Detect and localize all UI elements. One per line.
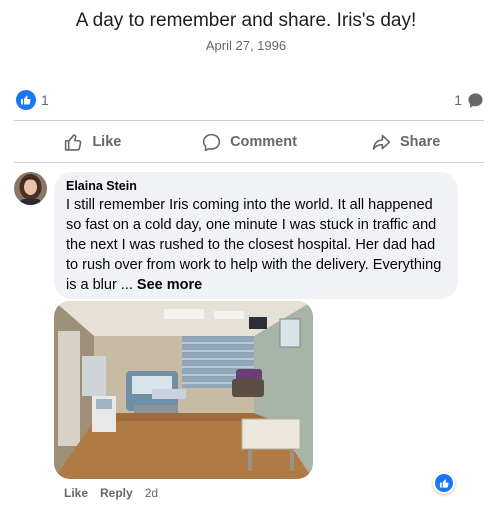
reactions-summary[interactable]: 1 1	[14, 88, 484, 112]
comment-bubble: Elaina Stein I still remember Iris comin…	[54, 172, 458, 299]
thumbs-up-outline-icon	[65, 133, 82, 151]
post-actions: Like Comment Share	[14, 123, 484, 161]
comment-body: I still remember Iris coming into the wo…	[66, 197, 442, 293]
comment-count[interactable]: 1	[454, 92, 462, 108]
comment-reaction-badge[interactable]	[433, 472, 455, 494]
like-reaction-icon	[16, 90, 36, 110]
like-button-label: Like	[92, 134, 122, 150]
speech-bubble-icon	[468, 93, 483, 108]
speech-bubble-outline-icon	[202, 133, 221, 151]
reaction-count: 1	[41, 92, 49, 108]
share-arrow-icon	[372, 134, 391, 150]
comment-meta: Like Reply 2d	[64, 486, 158, 500]
share-button-label: Share	[400, 134, 441, 150]
comment-button[interactable]: Comment	[171, 123, 328, 161]
like-reaction-icon	[435, 474, 453, 492]
divider-bottom	[14, 162, 484, 163]
share-button[interactable]: Share	[327, 123, 484, 161]
comment-photo[interactable]	[54, 301, 313, 479]
comment-timestamp[interactable]: 2d	[145, 486, 158, 500]
post-date: April 27, 1996	[205, 38, 287, 53]
like-button[interactable]: Like	[14, 123, 171, 161]
comment-like-link[interactable]: Like	[64, 486, 88, 500]
divider-top	[14, 120, 484, 121]
avatar[interactable]	[14, 172, 47, 205]
comment-button-label: Comment	[230, 134, 297, 150]
comment-reply-link[interactable]: Reply	[100, 486, 133, 500]
commenter-name[interactable]: Elaina Stein	[66, 179, 446, 193]
comment-text: I still remember Iris coming into the wo…	[66, 195, 446, 295]
post-title: A day to remember and share. Iris's day!	[75, 10, 417, 31]
see-more-link[interactable]: See more	[137, 277, 202, 293]
